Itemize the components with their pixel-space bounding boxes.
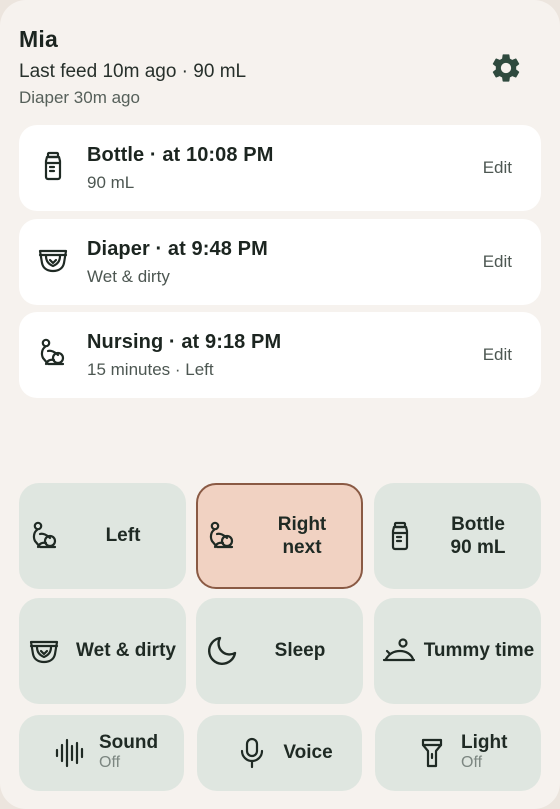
button-state: Off bbox=[461, 754, 483, 771]
button-label: Voice bbox=[283, 742, 333, 763]
summary-header: Mia Last feed 10m ago · 90 mL Diaper 30m… bbox=[19, 26, 540, 116]
baby-name: Mia bbox=[19, 26, 58, 52]
entry-title: Nursing · at 9:18 PM bbox=[87, 331, 282, 353]
moon-icon bbox=[206, 635, 238, 667]
bottle-icon bbox=[37, 150, 69, 182]
nurse-right-button[interactable]: Right next bbox=[196, 483, 363, 589]
edit-button[interactable]: Edit bbox=[483, 345, 512, 365]
light-button[interactable]: Light Off bbox=[375, 715, 541, 791]
settings-button[interactable] bbox=[488, 50, 524, 86]
baby-tracker-panel: Mia Last feed 10m ago · 90 mL Diaper 30m… bbox=[0, 0, 560, 809]
button-label: Wet & dirty bbox=[76, 640, 176, 661]
button-label-line2: 90 mL bbox=[450, 537, 506, 558]
last-feed-text: Last feed 10m ago · 90 mL bbox=[19, 61, 247, 82]
button-label-title: Sound bbox=[99, 732, 159, 753]
button-label-line2: next bbox=[282, 537, 322, 558]
flashlight-icon bbox=[416, 737, 448, 769]
nurse-left-button[interactable]: Left bbox=[19, 483, 186, 589]
button-state: Off bbox=[99, 754, 121, 771]
button-label: Left bbox=[105, 525, 141, 546]
microphone-icon bbox=[236, 737, 268, 769]
edit-button[interactable]: Edit bbox=[483, 252, 512, 272]
button-label: Right next bbox=[256, 513, 348, 559]
button-label: Sleep bbox=[274, 640, 326, 661]
diaper-icon bbox=[28, 635, 60, 667]
bottle-button[interactable]: Bottle 90 mL bbox=[374, 483, 541, 589]
diaper-icon bbox=[37, 244, 69, 276]
bottle-icon bbox=[384, 520, 416, 552]
button-label: Tummy time bbox=[423, 640, 535, 661]
sound-wave-icon bbox=[53, 737, 85, 769]
nursing-icon bbox=[29, 520, 61, 552]
tummy-time-button[interactable]: Tummy time bbox=[374, 598, 541, 704]
entry-subtitle: Wet & dirty bbox=[87, 267, 170, 286]
entry-title: Bottle · at 10:08 PM bbox=[87, 144, 274, 166]
button-label: Light Off bbox=[461, 732, 507, 773]
log-entry-nursing[interactable]: Nursing · at 9:18 PM 15 minutes · Left E… bbox=[19, 312, 541, 398]
button-label: Sound Off bbox=[99, 732, 158, 773]
button-label-line1: Bottle bbox=[451, 514, 505, 535]
button-label-title: Light bbox=[461, 732, 508, 753]
last-diaper-text: Diaper 30m ago bbox=[19, 88, 140, 107]
tummy-time-icon bbox=[382, 635, 416, 667]
button-label: Bottle 90 mL bbox=[432, 513, 524, 559]
voice-button[interactable]: Voice bbox=[197, 715, 362, 791]
nursing-icon bbox=[37, 337, 69, 369]
entry-title: Diaper · at 9:48 PM bbox=[87, 238, 268, 260]
sleep-button[interactable]: Sleep bbox=[196, 598, 363, 704]
nursing-icon bbox=[206, 520, 238, 552]
diaper-button[interactable]: Wet & dirty bbox=[19, 598, 186, 704]
entry-subtitle: 90 mL bbox=[87, 173, 135, 192]
gear-icon bbox=[492, 54, 520, 82]
log-entry-bottle[interactable]: Bottle · at 10:08 PM 90 mL Edit bbox=[19, 125, 541, 211]
button-label-line1: Right bbox=[277, 514, 327, 535]
entry-subtitle: 15 minutes · Left bbox=[87, 360, 214, 379]
log-entry-diaper[interactable]: Diaper · at 9:48 PM Wet & dirty Edit bbox=[19, 219, 541, 305]
edit-button[interactable]: Edit bbox=[483, 158, 512, 178]
sound-button[interactable]: Sound Off bbox=[19, 715, 184, 791]
